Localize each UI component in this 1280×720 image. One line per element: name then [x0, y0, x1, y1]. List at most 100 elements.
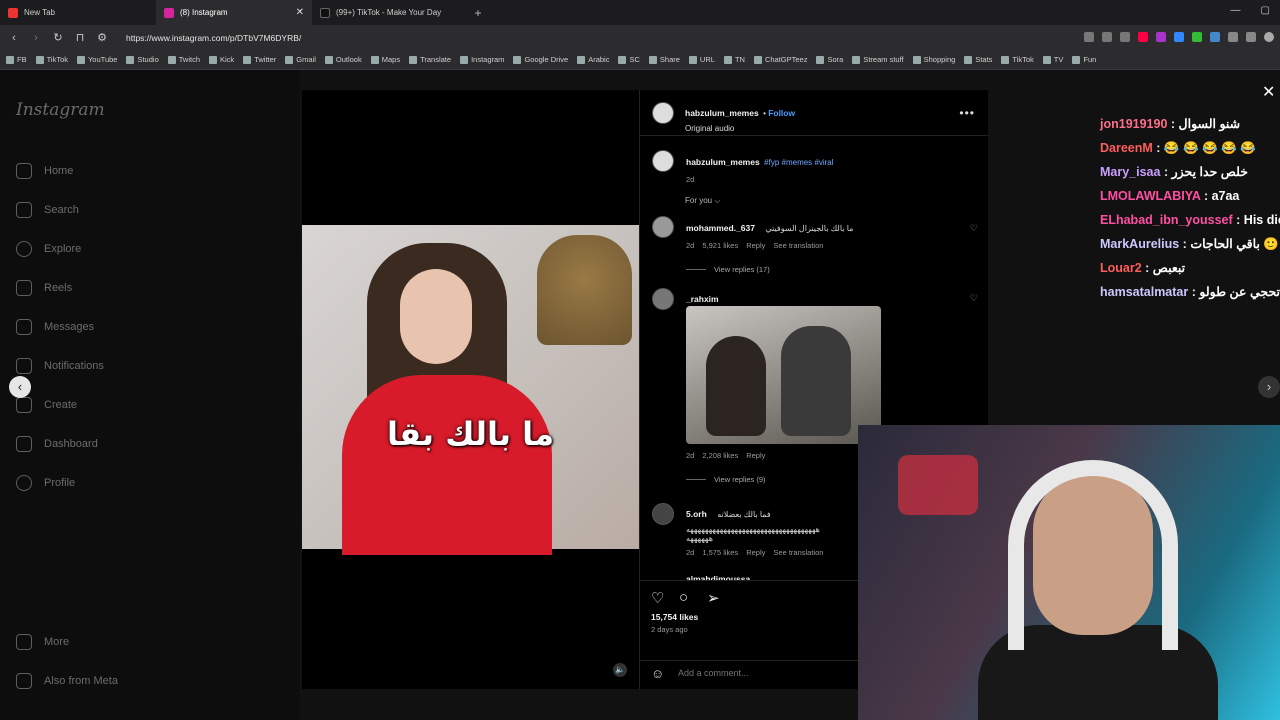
share-icon[interactable]	[1120, 32, 1130, 42]
like-comment-icon[interactable]: ♡	[970, 223, 978, 234]
close-tab-icon[interactable]: ✕	[296, 7, 304, 18]
more-options-icon[interactable]: •••	[959, 106, 975, 120]
cast-icon[interactable]	[1084, 32, 1094, 42]
nav-explore[interactable]: Explore	[16, 241, 81, 257]
bookmark-8[interactable]: Outlook	[324, 55, 362, 64]
reply-button[interactable]: Reply	[746, 451, 765, 460]
bookmark-19[interactable]: Sora	[816, 55, 843, 64]
extension-icon[interactable]	[1174, 32, 1184, 42]
bookmark-22[interactable]: Stats	[964, 55, 992, 64]
tab-tiktok[interactable]: (99+) TikTok - Make Your Day	[312, 0, 468, 25]
next-post-button[interactable]: ›	[1258, 376, 1280, 398]
caption-username[interactable]: habzulum_memes	[686, 157, 760, 167]
reel-video[interactable]: ما بالك بقا 🔈	[302, 90, 639, 689]
nav-home[interactable]: Home	[16, 163, 73, 179]
zoom-icon[interactable]	[1102, 32, 1112, 42]
tab-new-tab[interactable]: New Tab	[0, 0, 156, 25]
see-translation-button[interactable]: See translation	[773, 241, 823, 250]
comment-likes[interactable]: 2,208 likes	[702, 451, 738, 460]
comment-avatar[interactable]	[652, 288, 674, 310]
tab-instagram[interactable]: (8) Instagram ✕	[156, 0, 312, 25]
bookmark-4[interactable]: Twitch	[167, 55, 200, 64]
author-avatar[interactable]	[652, 102, 674, 124]
url-input[interactable]: https://www.instagram.com/p/DTbV7M6DYRB/	[126, 33, 301, 43]
share-icon[interactable]: ➢	[707, 589, 720, 607]
see-translation-button[interactable]: See translation	[773, 548, 823, 557]
bookmark-15[interactable]: Share	[648, 55, 680, 64]
reply-button[interactable]: Reply	[746, 241, 765, 250]
nav-heart[interactable]: Notifications	[16, 358, 104, 374]
bookmark-icon[interactable]: ⊓	[74, 31, 86, 44]
audio-label[interactable]: Original audio	[685, 124, 795, 133]
nav-meta[interactable]: Also from Meta	[16, 673, 118, 689]
bookmark-5[interactable]: Kick	[209, 55, 234, 64]
bookmark-7[interactable]: Gmail	[285, 55, 316, 64]
bookmark-6[interactable]: Twitter	[243, 55, 276, 64]
emoji-icon[interactable]: ☺	[651, 666, 664, 681]
new-tab-button[interactable]: +	[468, 6, 488, 20]
site-settings-icon[interactable]: ⚙	[96, 31, 108, 44]
bookmark-11[interactable]: Instagram	[460, 55, 504, 64]
nav-dashboard[interactable]: Dashboard	[16, 436, 98, 452]
nav-menu[interactable]: More	[16, 634, 69, 650]
bookmark-10[interactable]: Translate	[409, 55, 451, 64]
rewards-icon[interactable]	[1156, 32, 1166, 42]
nav-messages[interactable]: Messages	[16, 319, 94, 335]
back-icon[interactable]: ‹	[8, 32, 20, 44]
bookmark-20[interactable]: Stream stuff	[852, 55, 904, 64]
bookmark-13[interactable]: Arabic	[577, 55, 609, 64]
like-icon[interactable]: ♡	[651, 589, 664, 607]
comment-likes[interactable]: 1,575 likes	[702, 548, 738, 557]
sort-dropdown[interactable]: For you ⌵	[685, 196, 720, 206]
nav-avatar[interactable]: Profile	[16, 475, 75, 491]
comment-avatar[interactable]	[652, 216, 674, 238]
bookmark-17[interactable]: TN	[723, 55, 745, 64]
bookmark-1[interactable]: TikTok	[35, 55, 68, 64]
caption-hashtags[interactable]: #fyp #memes #viral	[764, 158, 833, 167]
author-username[interactable]: habzulum_memes	[685, 108, 759, 118]
comment-avatar[interactable]	[652, 503, 674, 525]
like-comment-icon[interactable]: ♡	[970, 293, 978, 304]
nav-plus[interactable]: Create	[16, 397, 77, 413]
comment-likes[interactable]: 5,921 likes	[702, 241, 738, 250]
puzzle-icon[interactable]	[1228, 32, 1238, 42]
comment-username[interactable]: mohammed._637	[686, 223, 755, 233]
nav-search[interactable]: Search	[16, 202, 79, 218]
forward-icon[interactable]: ›	[30, 32, 42, 44]
maximize-icon[interactable]: ▢	[1261, 5, 1270, 16]
bookmark-12[interactable]: Google Drive	[513, 55, 568, 64]
instagram-logo[interactable]: Instagram	[16, 100, 105, 120]
extension-icon[interactable]	[1192, 32, 1202, 42]
bookmark-2[interactable]: YouTube	[76, 55, 117, 64]
profile-icon[interactable]	[1264, 32, 1274, 42]
view-replies-button[interactable]: View replies (17)	[686, 265, 956, 274]
comment-username[interactable]: 5.orh	[686, 509, 707, 519]
bookmark-14[interactable]: SC	[618, 55, 640, 64]
bookmark-24[interactable]: TV	[1042, 55, 1063, 64]
caption-avatar[interactable]	[652, 150, 674, 172]
bookmark-9[interactable]: Maps	[370, 55, 400, 64]
bookmark-21[interactable]: Shopping	[912, 55, 955, 64]
previous-post-button[interactable]: ‹	[9, 376, 31, 398]
sidebar-icon[interactable]	[1246, 32, 1256, 42]
post-likes[interactable]: 15,754 likes	[651, 612, 698, 622]
nav-reels[interactable]: Reels	[16, 280, 72, 296]
comment-username[interactable]: _rahxim	[686, 294, 719, 304]
follow-button[interactable]: Follow	[768, 108, 795, 118]
comment-gif-image[interactable]	[686, 306, 881, 444]
bookmark-3[interactable]: Studio	[126, 55, 159, 64]
reply-button[interactable]: Reply	[746, 548, 765, 557]
close-modal-icon[interactable]: ✕	[1262, 82, 1275, 102]
bookmark-0[interactable]: FB	[6, 55, 27, 64]
view-replies-button[interactable]: View replies (9)	[686, 475, 766, 484]
mute-icon[interactable]: 🔈	[613, 663, 627, 677]
add-comment-input[interactable]	[678, 668, 878, 678]
brave-shield-icon[interactable]	[1138, 32, 1148, 42]
extension-icon[interactable]	[1210, 32, 1220, 42]
reload-icon[interactable]: ↻	[52, 31, 64, 44]
bookmark-16[interactable]: URL	[688, 55, 715, 64]
bookmark-18[interactable]: ChatGPTeez	[753, 55, 807, 64]
bookmark-23[interactable]: TikTok	[1001, 55, 1034, 64]
comment-icon[interactable]: ○	[679, 589, 688, 606]
minimize-icon[interactable]: —	[1231, 5, 1241, 16]
